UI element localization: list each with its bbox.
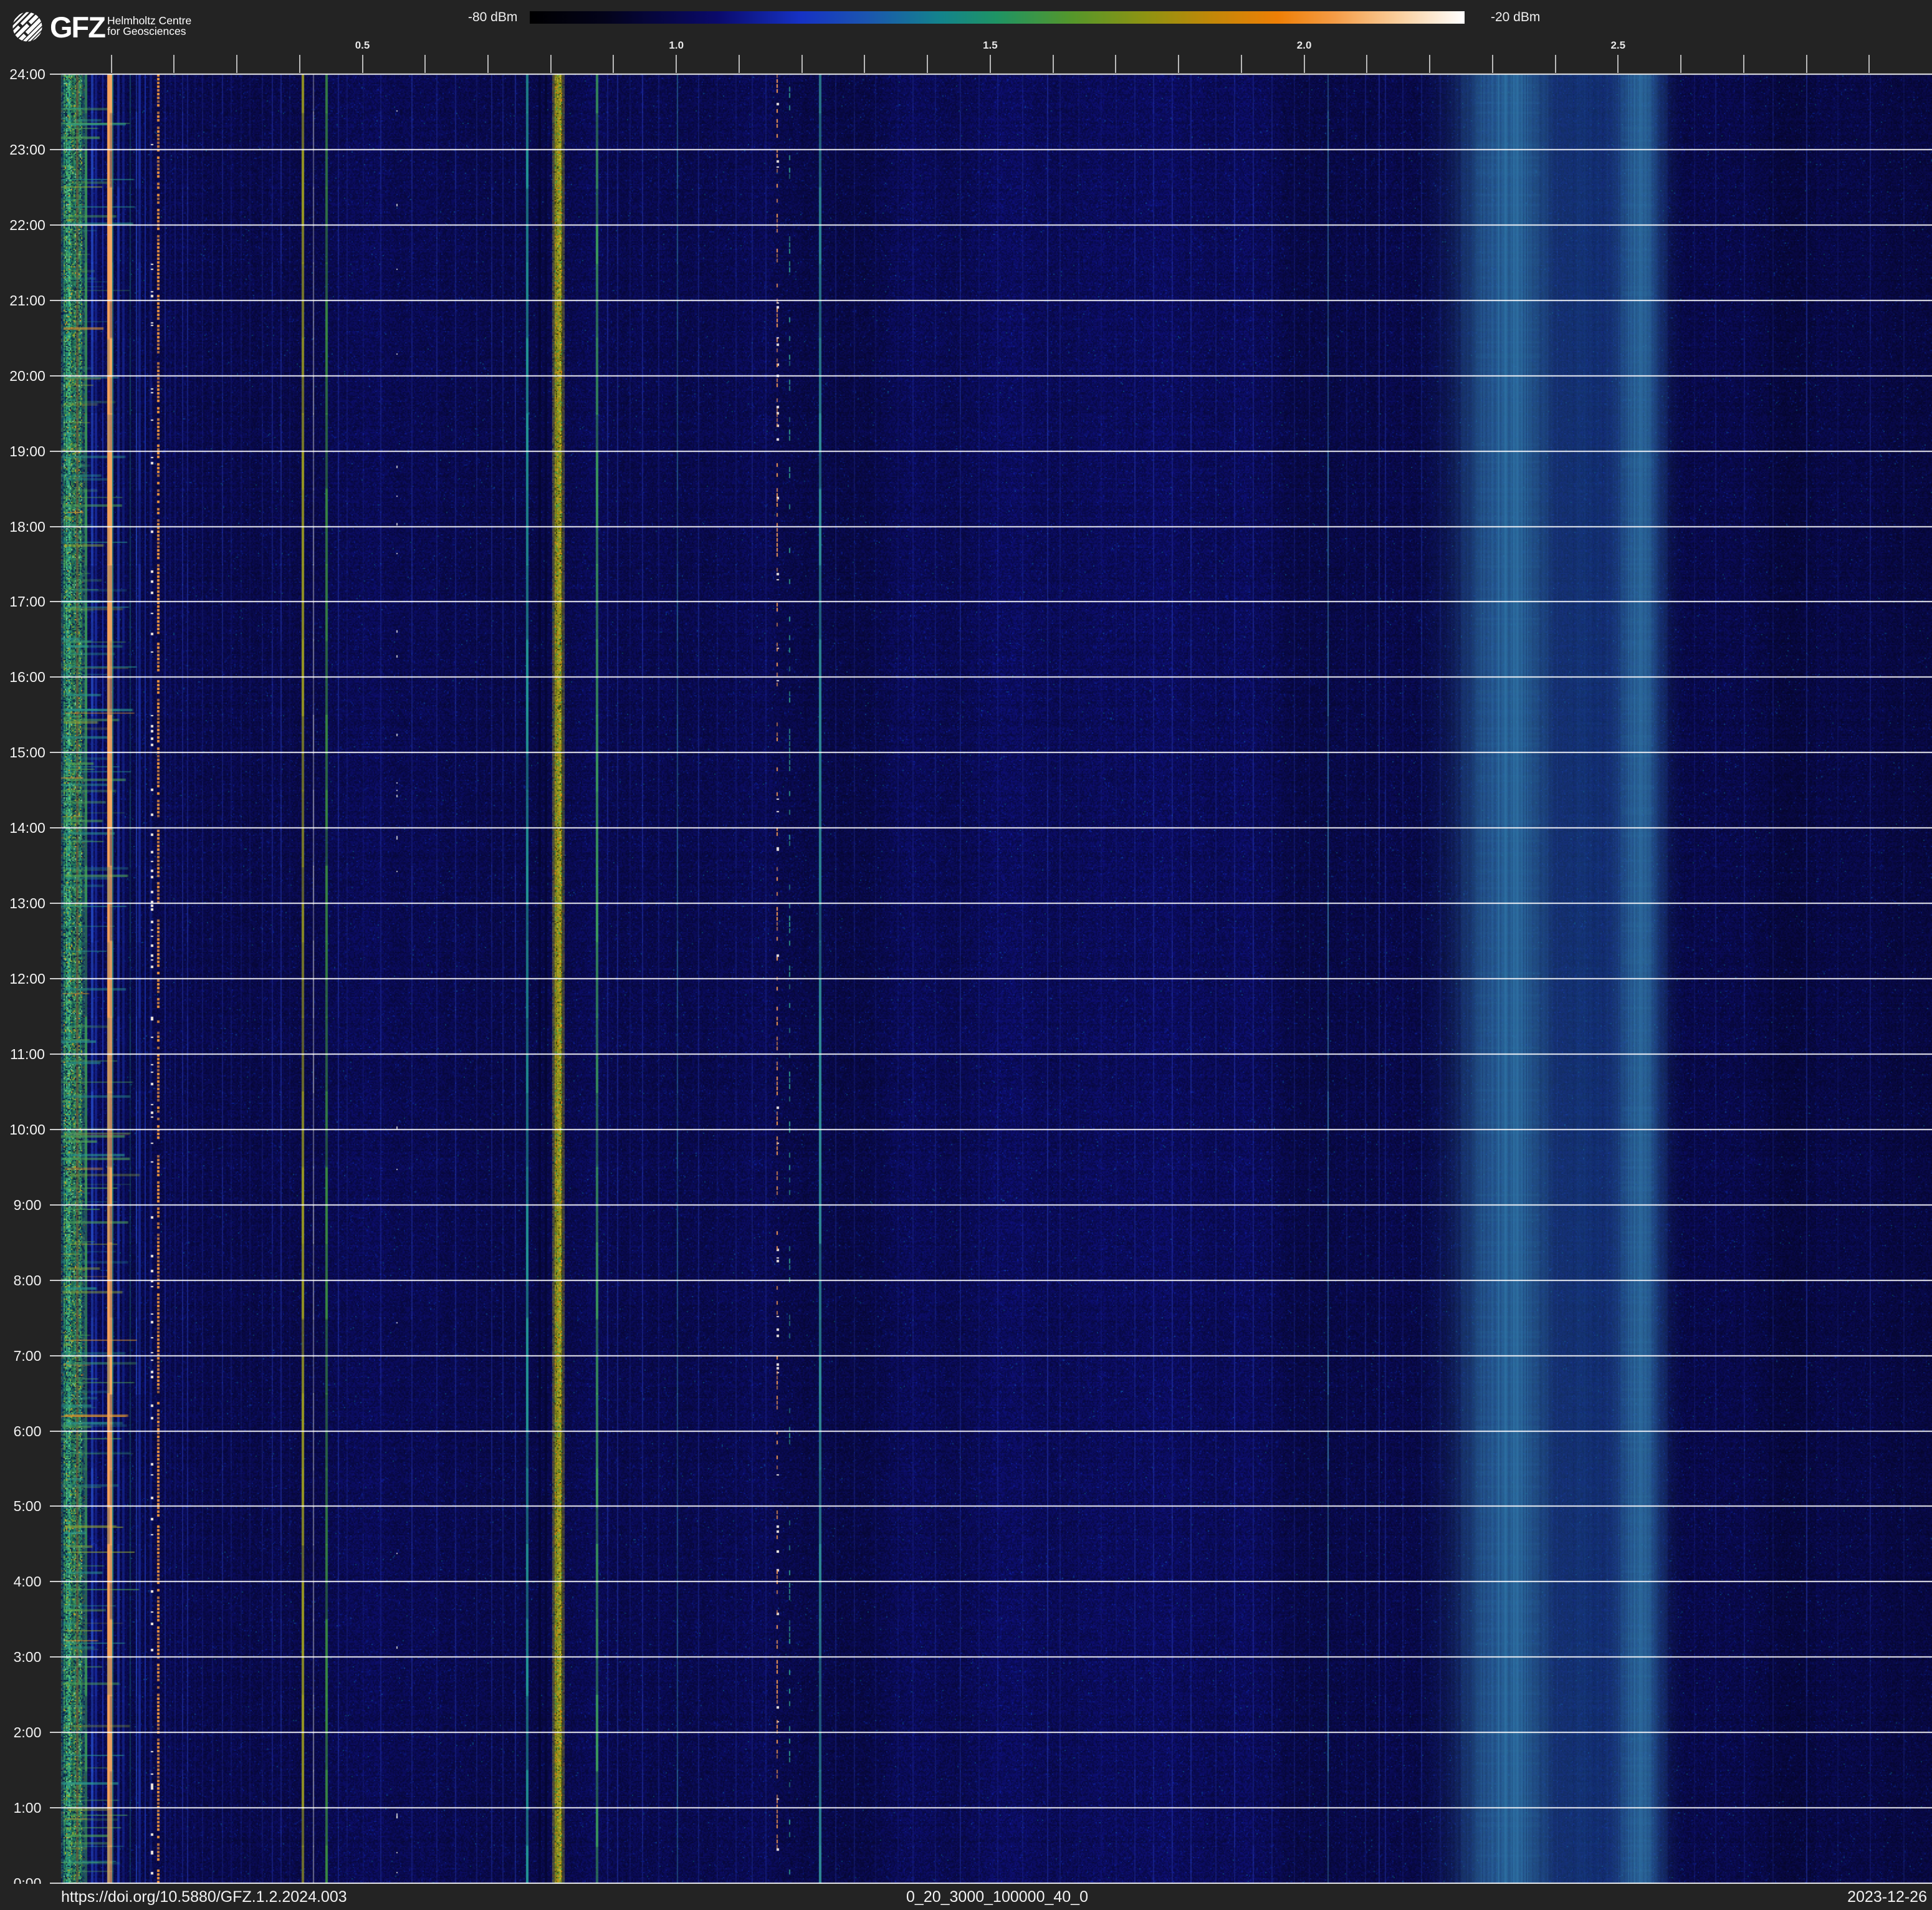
time-label: 5:00 bbox=[2, 1499, 52, 1514]
x-tick bbox=[1680, 55, 1681, 73]
time-label: 23:00 bbox=[2, 142, 52, 157]
time-label: 3:00 bbox=[2, 1649, 52, 1664]
time-label: 17:00 bbox=[2, 594, 52, 609]
x-tick bbox=[487, 55, 489, 73]
time-label: 18:00 bbox=[2, 519, 52, 534]
time-label: 2:00 bbox=[2, 1725, 52, 1740]
y-tick bbox=[50, 1431, 61, 1432]
x-tick bbox=[1429, 55, 1430, 73]
x-tick bbox=[1053, 55, 1054, 73]
x-tick bbox=[550, 55, 552, 73]
time-label: 14:00 bbox=[2, 820, 52, 835]
y-tick bbox=[50, 1053, 61, 1055]
x-tick bbox=[990, 55, 991, 73]
x-tick bbox=[299, 55, 300, 73]
time-label: 11:00 bbox=[2, 1047, 52, 1062]
time-label: 1:00 bbox=[2, 1800, 52, 1815]
y-tick bbox=[50, 601, 61, 602]
y-tick bbox=[50, 1732, 61, 1733]
y-tick bbox=[50, 74, 61, 75]
x-tick bbox=[676, 55, 677, 73]
y-tick bbox=[50, 827, 61, 828]
y-tick bbox=[50, 1807, 61, 1808]
x-tick bbox=[1492, 55, 1493, 73]
colorbar-max-label: -20 dBm bbox=[1491, 11, 1540, 24]
time-label: 20:00 bbox=[2, 368, 52, 383]
time-label: 22:00 bbox=[2, 218, 52, 233]
gfz-subtitle: Helmholtz Centre for Geosciences bbox=[107, 16, 191, 37]
y-tick bbox=[50, 149, 61, 150]
y-tick bbox=[50, 978, 61, 979]
y-tick bbox=[50, 752, 61, 753]
time-label: 19:00 bbox=[2, 444, 52, 459]
y-tick bbox=[50, 451, 61, 452]
y-tick bbox=[50, 1204, 61, 1206]
time-label: 24:00 bbox=[2, 67, 52, 82]
time-label: 4:00 bbox=[2, 1574, 52, 1589]
gfz-wordmark: GFZ bbox=[50, 10, 105, 45]
x-tick bbox=[613, 55, 614, 73]
y-tick bbox=[50, 676, 61, 678]
freq-label: 1.0 bbox=[669, 39, 684, 52]
x-tick bbox=[236, 55, 237, 73]
date-label: 2023-12-26 bbox=[1847, 1884, 1927, 1910]
freq-label: 0.5 bbox=[355, 39, 370, 52]
x-tick bbox=[1617, 55, 1619, 73]
y-tick bbox=[50, 1581, 61, 1582]
x-tick bbox=[927, 55, 928, 73]
time-label: 9:00 bbox=[2, 1197, 52, 1212]
time-label: 7:00 bbox=[2, 1348, 52, 1363]
colorbar-min-label: -80 dBm bbox=[468, 11, 517, 24]
time-label: 10:00 bbox=[2, 1122, 52, 1137]
time-label: 12:00 bbox=[2, 971, 52, 986]
colorbar-gradient bbox=[530, 11, 1465, 24]
x-tick bbox=[1743, 55, 1744, 73]
x-tick bbox=[1178, 55, 1179, 73]
spectrogram-page: GFZ Helmholtz Centre for Geosciences -80… bbox=[0, 0, 1932, 1910]
y-tick bbox=[50, 224, 61, 226]
y-tick bbox=[50, 1129, 61, 1130]
x-tick bbox=[1868, 55, 1870, 73]
x-tick bbox=[739, 55, 740, 73]
measurement-parameters: 0_20_3000_100000_40_0 bbox=[906, 1884, 1088, 1910]
y-tick bbox=[50, 375, 61, 377]
x-tick bbox=[1241, 55, 1242, 73]
x-tick bbox=[864, 55, 865, 73]
x-tick bbox=[1366, 55, 1367, 73]
y-tick bbox=[50, 1280, 61, 1281]
y-tick bbox=[50, 903, 61, 904]
x-tick bbox=[362, 55, 363, 73]
y-tick bbox=[50, 300, 61, 301]
time-label: 13:00 bbox=[2, 896, 52, 911]
freq-label: 2.5 bbox=[1610, 39, 1625, 52]
x-tick bbox=[1555, 55, 1556, 73]
time-label: 16:00 bbox=[2, 669, 52, 684]
x-tick bbox=[801, 55, 803, 73]
time-label: 21:00 bbox=[2, 293, 52, 308]
gfz-sphere-icon bbox=[12, 12, 42, 42]
footer-bar: https://doi.org/10.5880/GFZ.1.2.2024.003… bbox=[0, 1884, 1932, 1910]
y-tick bbox=[50, 1355, 61, 1356]
gfz-logo: GFZ Helmholtz Centre for Geosciences bbox=[12, 10, 274, 47]
spectrogram-canvas bbox=[0, 0, 1932, 1910]
time-label: 15:00 bbox=[2, 745, 52, 760]
x-tick bbox=[1304, 55, 1305, 73]
gfz-subtitle-line2: for Geosciences bbox=[107, 26, 191, 37]
freq-label: 2.0 bbox=[1297, 39, 1312, 52]
y-tick bbox=[50, 1505, 61, 1507]
time-label: 6:00 bbox=[2, 1424, 52, 1439]
y-tick bbox=[50, 526, 61, 527]
freq-label: 1.5 bbox=[983, 39, 998, 52]
x-tick bbox=[424, 55, 426, 73]
x-tick bbox=[173, 55, 175, 73]
y-tick bbox=[50, 1656, 61, 1658]
doi-link: https://doi.org/10.5880/GFZ.1.2.2024.003 bbox=[61, 1884, 347, 1910]
x-tick bbox=[111, 55, 112, 73]
time-label: 8:00 bbox=[2, 1273, 52, 1288]
x-tick bbox=[1806, 55, 1807, 73]
x-tick bbox=[1115, 55, 1116, 73]
